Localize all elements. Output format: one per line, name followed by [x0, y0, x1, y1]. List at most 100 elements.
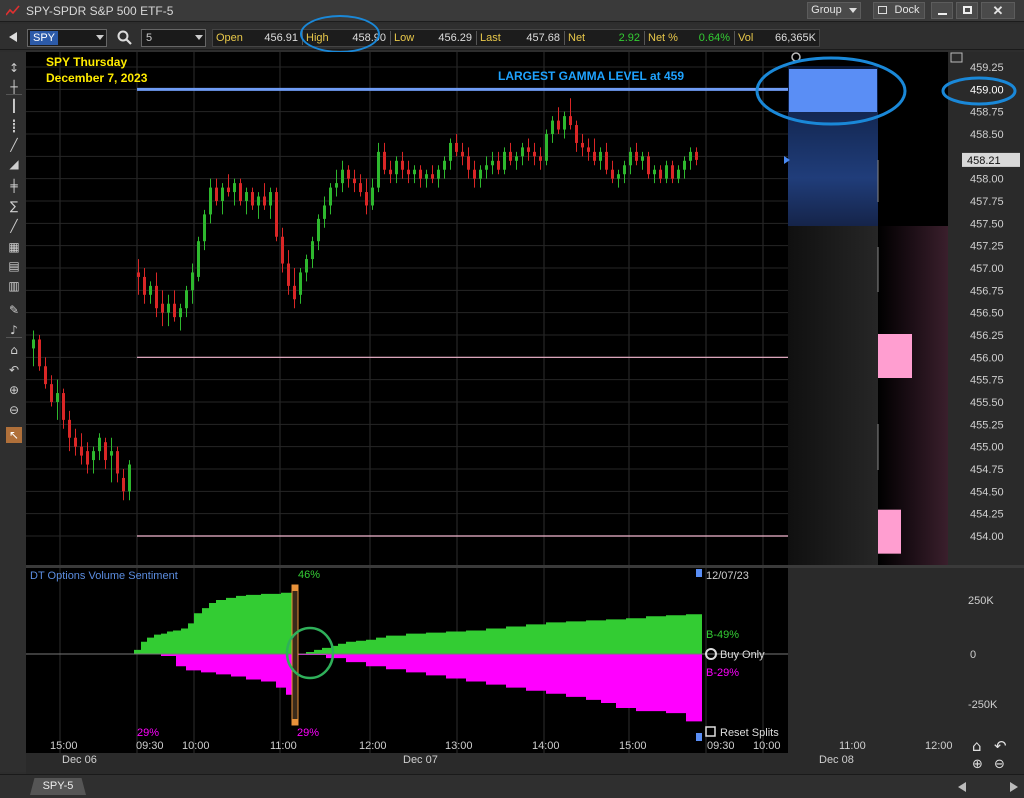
candle-body [227, 187, 230, 193]
candle-body [623, 165, 626, 175]
window-title: SPY-SPDR S&P 500 ETF-5 [26, 4, 174, 18]
candle-body [551, 120, 554, 134]
time-tick-label: 10:00 [753, 740, 781, 752]
price-tick-label: 454.75 [970, 464, 1004, 476]
candle-body [587, 147, 590, 152]
grid-icon[interactable]: ▦ [6, 239, 22, 255]
candle-body [677, 169, 680, 179]
trendline-icon[interactable]: ╱ [6, 218, 22, 234]
date-label: Dec 07 [403, 754, 438, 766]
candle-body [167, 303, 170, 313]
price-tick-label: 454.50 [970, 486, 1004, 498]
candle-body [683, 160, 686, 170]
candle-body [563, 116, 566, 130]
pointer-icon[interactable]: ↖ [6, 427, 22, 443]
candle-body [209, 187, 212, 215]
candle-body [407, 169, 410, 175]
candle-body [80, 446, 83, 456]
collapse-left-icon[interactable] [9, 32, 17, 42]
candle-body [437, 169, 440, 179]
price-tick-label: 454.25 [970, 509, 1004, 521]
zoom-out-icon[interactable]: ⊖ [6, 402, 22, 418]
candle-body [38, 339, 41, 367]
candle-body [221, 187, 224, 201]
search-icon[interactable] [117, 30, 132, 45]
candle-body [143, 276, 146, 295]
time-tick-label: 13:00 [445, 740, 473, 752]
annotation-title: SPY Thursday [46, 55, 127, 69]
candle-body [569, 116, 572, 126]
table-icon[interactable]: ▤ [6, 258, 22, 274]
candle-body [347, 169, 350, 179]
chevron-down-icon [96, 35, 104, 40]
time-tick-label: 12:00 [925, 740, 953, 752]
undo-icon[interactable]: ↶ [6, 362, 22, 378]
candle-body [44, 366, 47, 385]
candle-body [497, 160, 500, 170]
symbol-value: SPY [30, 31, 59, 45]
area-chart-icon[interactable]: ◢ [6, 156, 22, 172]
dock-button[interactable]: Dock [873, 2, 925, 19]
price-pane [26, 52, 788, 565]
bar-tool-icon[interactable]: ┋ [6, 118, 22, 134]
time-tick-label: 12:00 [359, 740, 387, 752]
gamma-level-label: LARGEST GAMMA LEVEL at 459 [498, 69, 684, 83]
quote-value: 456.29 [438, 32, 472, 44]
ohlc-icon[interactable]: ╪ [6, 178, 22, 194]
candle-body [239, 183, 242, 201]
candle-body [509, 151, 512, 161]
gamma-bg-gray [788, 226, 878, 565]
interval-selector[interactable]: 5 [141, 29, 206, 47]
candle-body [104, 442, 107, 461]
candle-body [92, 451, 95, 461]
status-bar: SPY-5 [0, 774, 1024, 798]
candle-body [485, 165, 488, 170]
candle-body [473, 169, 476, 179]
indicator-top-pct: 46% [298, 569, 320, 581]
tab-spy-5[interactable]: SPY-5 [30, 778, 86, 795]
candle-body [149, 285, 152, 295]
date-label: Dec 08 [819, 754, 854, 766]
home-icon[interactable]: ⌂ [6, 342, 22, 358]
home-icon: ⌂ [972, 737, 982, 755]
candle-body [269, 192, 272, 206]
indicator-icon[interactable]: ∑ [6, 198, 22, 214]
cursor-tool-icon[interactable]: ↕ [6, 60, 22, 76]
music-icon[interactable]: ♪ [6, 322, 22, 338]
price-tick-label: 455.50 [970, 397, 1004, 409]
group-button[interactable]: Group [807, 2, 861, 19]
maximize-button[interactable] [956, 2, 978, 19]
time-tick-label: 10:00 [182, 740, 210, 752]
scroll-right-icon[interactable] [1010, 782, 1018, 792]
candle-icon[interactable]: ┃ [6, 98, 22, 114]
minimize-button[interactable] [931, 2, 953, 19]
price-chart[interactable]: 459.25459.00458.75458.50458.25458.00457.… [26, 52, 1024, 774]
price-tick-label: 454.00 [970, 531, 1004, 543]
highlight-ring-high [300, 15, 380, 53]
close-button[interactable]: ✕ [981, 2, 1015, 19]
trading-app-window: SPY-SPDR S&P 500 ETF-5 Group Dock ✕ SPY [0, 0, 1024, 798]
candle-body [629, 151, 632, 166]
scroll-left-icon[interactable] [958, 782, 966, 792]
candle-body [179, 308, 182, 318]
candle-body [173, 303, 176, 318]
candle-body [665, 165, 668, 179]
candle-body [425, 174, 428, 179]
dock-label: Dock [894, 4, 920, 16]
price-tick-label: 459.00 [970, 84, 1004, 96]
crosshair-icon[interactable]: ┼ [6, 79, 22, 95]
quote-label: Vol [738, 32, 754, 44]
symbol-selector[interactable]: SPY [27, 29, 107, 47]
candle-body [605, 151, 608, 170]
line-chart-icon[interactable]: ╱ [6, 137, 22, 153]
time-tick-label: 11:00 [839, 740, 866, 752]
quote-value: 66,365K [775, 32, 816, 44]
pane-divider[interactable] [26, 565, 1024, 568]
marker-cap-top [292, 585, 298, 591]
list-icon[interactable]: ▥ [6, 278, 22, 294]
candle-body [245, 192, 248, 201]
pencil-icon[interactable]: ✎ [6, 302, 22, 318]
zoom-in-icon[interactable]: ⊕ [6, 382, 22, 398]
indicator-bottom-pct-left: 29% [137, 727, 159, 739]
quote-open: Open 456.91 [212, 29, 303, 47]
